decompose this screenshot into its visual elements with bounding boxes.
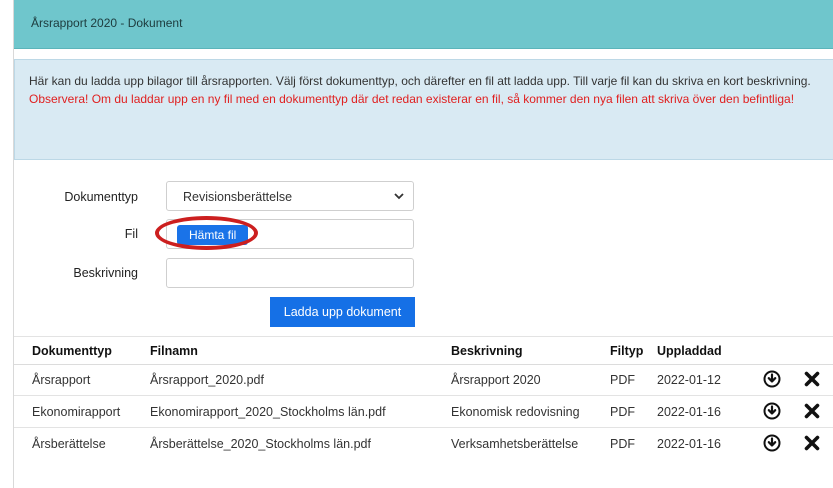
chevron-down-icon xyxy=(394,193,404,200)
cell-uploaded: 2022-01-12 xyxy=(657,373,721,387)
cell-filetype: PDF xyxy=(610,373,635,387)
upload-document-button[interactable]: Ladda upp dokument xyxy=(270,297,415,327)
cell-filetype: PDF xyxy=(610,405,635,419)
column-header-description: Beskrivning xyxy=(451,344,523,358)
info-box: Här kan du ladda upp bilagor till årsrap… xyxy=(14,59,833,160)
column-header-filename: Filnamn xyxy=(150,344,198,358)
cell-uploaded: 2022-01-16 xyxy=(657,437,721,451)
description-input[interactable] xyxy=(166,258,414,288)
doctype-selected-value: Revisionsberättelse xyxy=(183,190,293,204)
column-header-uploaded: Uppladdad xyxy=(657,344,722,358)
download-circle-icon[interactable] xyxy=(763,402,781,420)
cell-description: Årsrapport 2020 xyxy=(451,373,541,387)
panel-header: Årsrapport 2020 - Dokument xyxy=(14,0,833,49)
table-row: Ekonomirapport Ekonomirapport_2020_Stock… xyxy=(14,396,833,428)
download-circle-icon[interactable] xyxy=(763,370,781,388)
cell-filename: Årsberättelse_2020_Stockholms län.pdf xyxy=(150,437,371,451)
delete-x-icon[interactable] xyxy=(803,402,821,420)
cell-doctype: Ekonomirapport xyxy=(32,405,121,419)
table-row: Årsrapport Årsrapport_2020.pdf Årsrappor… xyxy=(14,364,833,396)
doctype-select[interactable]: Revisionsberättelse xyxy=(166,181,414,211)
description-label: Beskrivning xyxy=(73,266,138,280)
file-label: Fil xyxy=(124,227,138,241)
panel-title: Årsrapport 2020 - Dokument xyxy=(31,16,183,30)
highlight-ellipse-annotation xyxy=(155,216,258,250)
table-row: Årsberättelse Årsberättelse_2020_Stockho… xyxy=(14,428,833,459)
cell-doctype: Årsrapport xyxy=(32,373,91,387)
delete-x-icon[interactable] xyxy=(803,370,821,388)
cell-filename: Årsrapport_2020.pdf xyxy=(150,373,264,387)
cell-description: Verksamhetsberättelse xyxy=(451,437,579,451)
cell-uploaded: 2022-01-16 xyxy=(657,405,721,419)
cell-filename: Ekonomirapport_2020_Stockholms län.pdf xyxy=(150,405,386,419)
cell-description: Ekonomisk redovisning xyxy=(451,405,580,419)
column-header-filetype: Filtyp xyxy=(610,344,644,358)
column-header-doctype: Dokumenttyp xyxy=(32,344,112,358)
table-header-row: Dokumenttyp Filnamn Beskrivning Filtyp U… xyxy=(14,336,833,365)
doctype-label: Dokumenttyp xyxy=(64,190,138,204)
warning-text: Observera! Om du laddar upp en ny fil me… xyxy=(29,92,795,106)
delete-x-icon[interactable] xyxy=(803,434,821,452)
info-text: Här kan du ladda upp bilagor till årsrap… xyxy=(29,74,811,88)
download-circle-icon[interactable] xyxy=(763,434,781,452)
cell-doctype: Årsberättelse xyxy=(32,437,106,451)
cell-filetype: PDF xyxy=(610,437,635,451)
